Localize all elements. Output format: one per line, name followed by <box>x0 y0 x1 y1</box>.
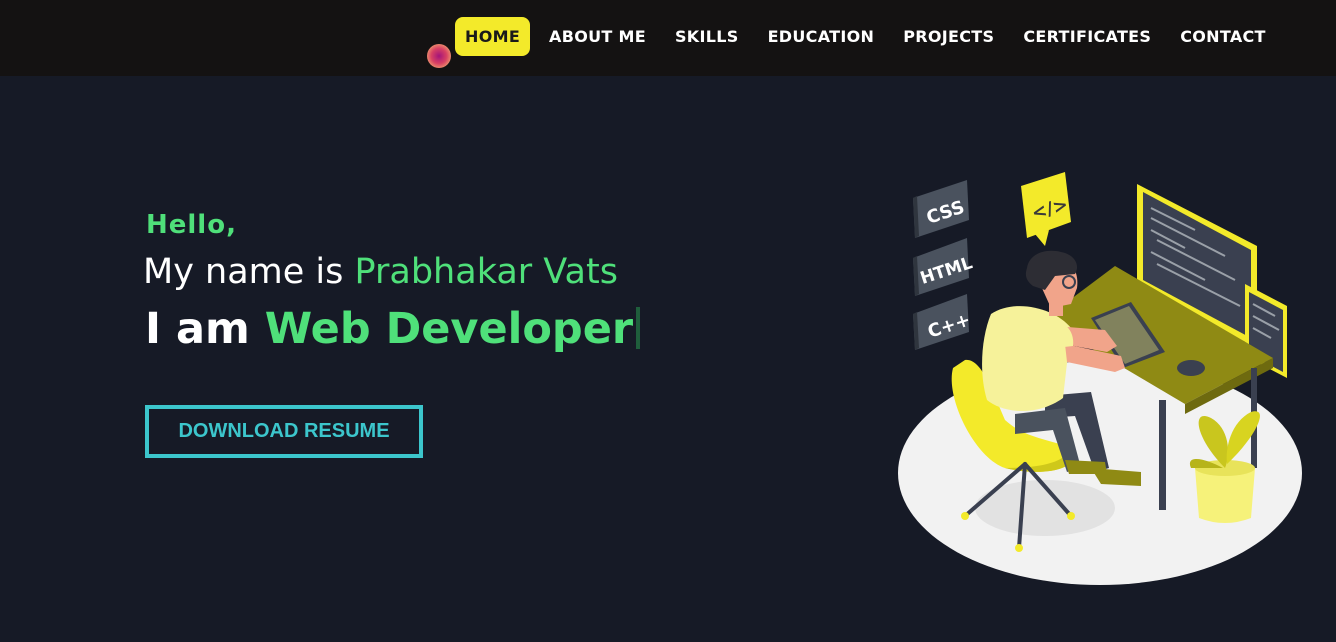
typing-cursor <box>636 307 641 349</box>
css-tag: CSS <box>913 180 969 238</box>
navbar: HOME ABOUT ME SKILLS EDUCATION PROJECTS … <box>0 0 1336 76</box>
developer-illustration: CSS HTML C++ </> <box>898 172 1302 585</box>
role-text: Web Developer <box>264 304 634 354</box>
download-resume-button[interactable]: DOWNLOAD RESUME <box>145 405 423 458</box>
person-name: Prabhakar Vats <box>354 252 618 292</box>
nav-home[interactable]: HOME <box>455 17 531 56</box>
cursor-dot <box>427 44 451 68</box>
nav-projects[interactable]: PROJECTS <box>893 17 1004 56</box>
intro-prefix: My name is <box>143 252 355 292</box>
nav-education[interactable]: EDUCATION <box>758 17 885 56</box>
code-bubble: </> <box>1021 172 1071 246</box>
role-prefix: I am <box>145 304 265 354</box>
nav-links: HOME ABOUT ME SKILLS EDUCATION PROJECTS … <box>455 17 1285 56</box>
nav-skills[interactable]: SKILLS <box>665 17 749 56</box>
nav-contact[interactable]: CONTACT <box>1170 17 1276 56</box>
nav-certificates[interactable]: CERTIFICATES <box>1013 17 1161 56</box>
html-tag: HTML <box>913 238 975 296</box>
role-line: I am Web Developer <box>145 304 641 354</box>
intro-line: My name is Prabhakar Vats <box>143 252 618 292</box>
nav-about-me[interactable]: ABOUT ME <box>539 17 656 56</box>
greeting: Hello, <box>146 210 237 240</box>
cpp-tag: C++ <box>913 294 973 350</box>
